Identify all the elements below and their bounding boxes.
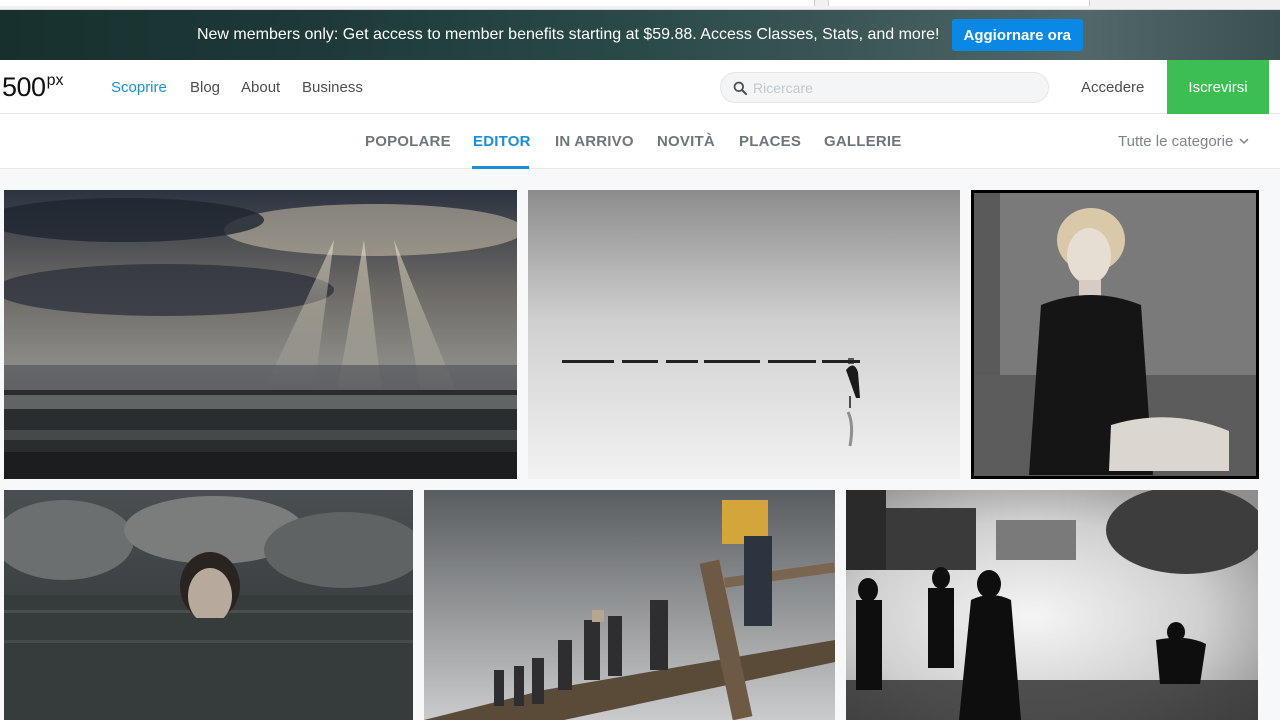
nav-link-blog[interactable]: Blog xyxy=(190,79,220,96)
portrait-image xyxy=(971,190,1259,479)
photo-tile-fog[interactable] xyxy=(846,490,1258,720)
logo-sup: px xyxy=(46,72,64,89)
promo-banner: New members only: Get access to member b… xyxy=(0,10,1280,60)
photo-tile-heron[interactable] xyxy=(528,190,960,479)
photo-tile-landscape[interactable] xyxy=(4,190,517,479)
active-tab-indicator xyxy=(472,166,529,169)
signup-button[interactable]: Iscrevirsi xyxy=(1167,60,1269,114)
search-icon xyxy=(733,81,747,95)
nav-link-business[interactable]: Business xyxy=(302,79,363,96)
search-input[interactable] xyxy=(753,79,1033,96)
landscape-image xyxy=(4,190,517,479)
nav-link-about[interactable]: About xyxy=(241,79,280,96)
login-link[interactable]: Accedere xyxy=(1081,79,1144,96)
tab-editor[interactable]: EDITOR xyxy=(473,133,531,150)
categories-dropdown[interactable]: Tutte le categorie xyxy=(1118,133,1249,150)
fog-image xyxy=(846,490,1258,720)
search-box[interactable] xyxy=(720,72,1049,103)
tab-upcoming[interactable]: IN ARRIVO xyxy=(555,133,634,150)
tab-places[interactable]: PLACES xyxy=(739,133,801,150)
tab-popular[interactable]: POPOLARE xyxy=(365,133,451,150)
main-nav: 500 px Scoprire Blog About Business Acce… xyxy=(0,60,1280,114)
category-tabs: POPOLARE EDITOR IN ARRIVO NOVITÀ PLACES … xyxy=(0,114,1280,169)
browser-tab[interactable] xyxy=(0,0,815,6)
tab-new[interactable]: NOVITÀ xyxy=(657,133,715,150)
logo-main: 500 xyxy=(2,72,46,102)
site-logo[interactable]: 500 px xyxy=(2,72,63,102)
photo-tile-water[interactable] xyxy=(4,490,413,720)
upgrade-button[interactable]: Aggiornare ora xyxy=(951,19,1084,51)
bridge-image xyxy=(424,490,835,720)
nav-link-discover[interactable]: Scoprire xyxy=(111,79,167,96)
photo-tile-bridge[interactable] xyxy=(424,490,835,720)
browser-tab-strip xyxy=(0,0,1280,10)
chevron-down-icon xyxy=(1239,138,1249,145)
water-image xyxy=(4,490,413,720)
tab-galleries[interactable]: GALLERIE xyxy=(824,133,901,150)
categories-label: Tutte le categorie xyxy=(1118,133,1234,150)
browser-tab[interactable] xyxy=(828,0,1090,6)
photo-tile-portrait[interactable] xyxy=(971,190,1259,479)
heron-image xyxy=(528,190,960,479)
promo-text: New members only: Get access to member b… xyxy=(196,26,940,43)
